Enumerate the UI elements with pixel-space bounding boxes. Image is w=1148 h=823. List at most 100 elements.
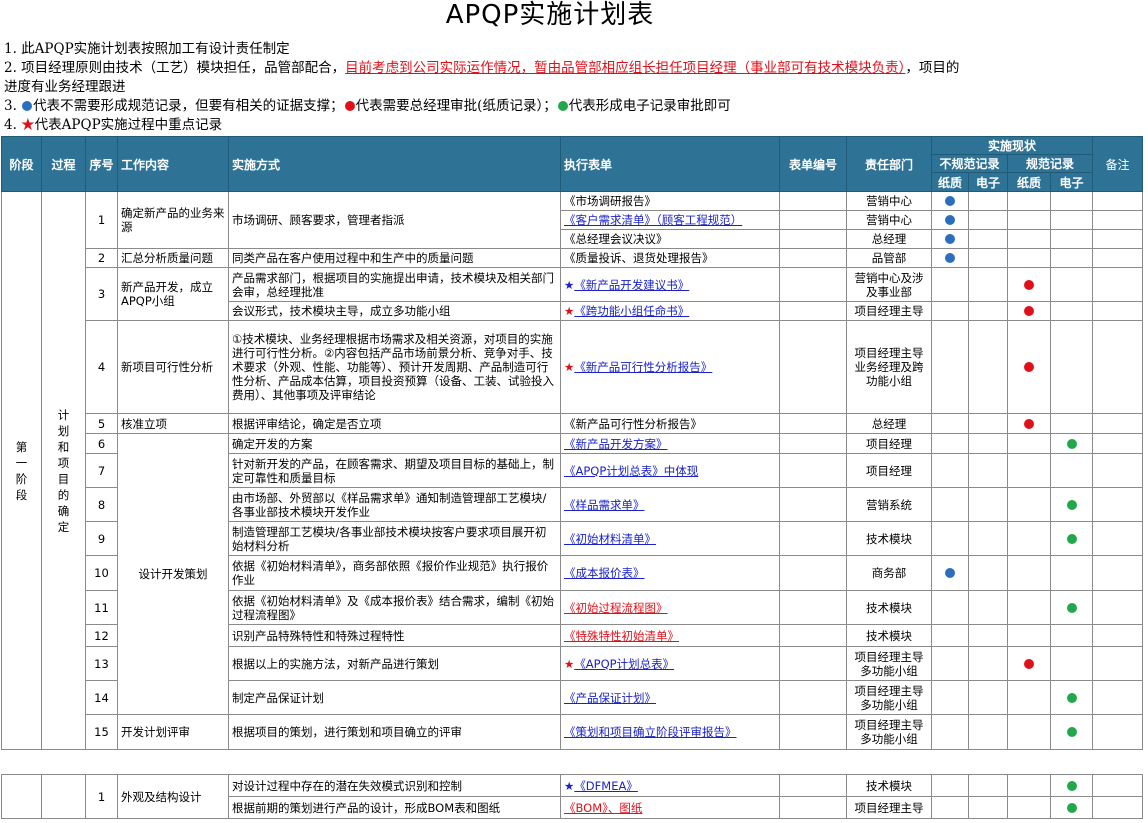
form-cell[interactable]: ★《DFMEA》 (560, 774, 780, 797)
form-link[interactable]: 《BOM》、图纸 (564, 801, 642, 815)
red-dot-icon (1024, 658, 1034, 669)
header-std: 规范记录 (1007, 154, 1093, 173)
note-line-4: 4. ★代表APQP实施过程中重点记录 (4, 117, 223, 133)
method-cell: 同类产品在客户使用过程中和生产中的质量问题 (228, 248, 561, 268)
red-dot-icon (1024, 306, 1034, 316)
dept-cell: 营销系统 (846, 487, 932, 522)
status-cell (1050, 646, 1093, 681)
status-cell (931, 555, 969, 591)
form-cell[interactable]: 《APQP计划总表》中体现 (560, 453, 780, 488)
header-paper-2: 纸质 (1007, 172, 1051, 192)
remark-cell (1092, 413, 1143, 434)
form-no-cell (779, 624, 847, 647)
green-dot-icon (1066, 727, 1077, 737)
form-cell[interactable]: 《成本报价表》 (560, 555, 780, 591)
status-cell (1007, 646, 1051, 681)
form-cell[interactable]: ★《新产品可行性分析报告》 (560, 320, 780, 414)
remark-cell (1092, 796, 1143, 819)
form-link[interactable]: 《新产品开发方案》 (564, 437, 668, 451)
form-no-cell (779, 301, 847, 321)
seq-cell: 14 (85, 680, 118, 715)
form-cell[interactable]: ★《APQP计划总表》 (560, 646, 780, 681)
form-link[interactable]: 《样品需求单》 (564, 498, 645, 512)
status-cell (1050, 248, 1093, 268)
green-dot-icon (1066, 533, 1077, 544)
seq-cell: 1 (85, 191, 118, 249)
note-line-3: 3. 代表不需要形成规范记录，但要有相关的证据支撑； 代表需要总经理审批(纸质记录… (4, 98, 731, 114)
dept-cell: 品管部 (846, 248, 932, 268)
blue-dot-icon (945, 568, 955, 578)
status-cell (1050, 714, 1093, 750)
form-cell[interactable]: 《新产品开发方案》 (560, 433, 780, 454)
status-cell (931, 248, 969, 268)
remark-cell (1092, 624, 1143, 647)
status-cell (968, 590, 1008, 625)
form-cell[interactable]: ★《跨功能小组任命书》 (560, 301, 780, 321)
work-cell: 新产品开发，成立APQP小组 (117, 267, 229, 321)
form-cell[interactable]: 《样品需求单》 (560, 487, 780, 522)
green-dot-icon (1066, 802, 1077, 813)
blue-dot-icon (22, 101, 33, 111)
form-link[interactable]: 《产品保证计划》 (564, 691, 656, 705)
method-cell: 根据项目的策划，进行策划和项目确立的评审 (228, 714, 561, 750)
remark-cell (1092, 320, 1143, 414)
dept-cell: 营销中心 (846, 191, 932, 211)
method-cell: 市场调研、顾客要求，管理者指派 (228, 191, 561, 249)
method-cell: 依据《初始材料清单》及《成本报价表》结合需求，编制《初始过程流程图》 (228, 590, 561, 625)
status-cell (968, 210, 1008, 230)
form-link[interactable]: 《新产品可行性分析报告》 (574, 360, 712, 374)
status-cell (968, 646, 1008, 681)
note-line-2: 2. 项目经理原则由技术（工艺）模块担任，品管部配合，目前考虑到公司实际运作情况… (4, 60, 960, 76)
form-link[interactable]: 《初始过程流程图》 (564, 601, 668, 615)
form-link[interactable]: 《新产品开发建议书》 (574, 278, 689, 292)
status-cell (1050, 624, 1093, 647)
red-dot-icon (1024, 418, 1034, 429)
status-cell (931, 301, 969, 321)
status-cell (968, 796, 1008, 819)
form-link[interactable]: 《跨功能小组任命书》 (574, 304, 689, 318)
form-cell: 《新产品可行性分析报告》 (560, 413, 780, 434)
apqp-table-continued: 1 外观及结构设计 对设计过程中存在的潜在失效模式识别和控制 ★《DFMEA》 … (1, 774, 1143, 819)
form-cell[interactable]: 《初始过程流程图》 (560, 590, 780, 625)
status-cell (931, 487, 969, 522)
form-cell[interactable]: 《产品保证计划》 (560, 680, 780, 715)
form-link[interactable]: 《策划和项目确立阶段评审报告》 (564, 725, 737, 739)
header-stage: 阶段 (1, 136, 42, 192)
form-link[interactable]: 《DFMEA》 (574, 779, 638, 793)
status-cell (968, 433, 1008, 454)
method-cell: 依据《初始材料清单》，商务部依照《报价作业规范》执行报价作业 (228, 555, 561, 591)
dept-cell: 项目经理主导多功能小组 (846, 646, 932, 681)
table-row: 5 核准立项 根据评审结论，确定是否立项 《新产品可行性分析报告》 总经理 (2, 413, 1143, 434)
method-cell: 根据前期的策划进行产品的设计，形成BOM表和图纸 (228, 796, 561, 819)
header-work: 工作内容 (117, 136, 229, 192)
seq-cell: 3 (85, 267, 118, 321)
form-cell[interactable]: 《特殊特性初始清单》 (560, 624, 780, 647)
form-cell[interactable]: 《客户需求清单》（顾客工程规范） (560, 210, 780, 230)
status-cell (931, 229, 969, 249)
form-link[interactable]: 《特殊特性初始清单》 (564, 629, 679, 643)
status-cell (1007, 774, 1051, 797)
form-link[interactable]: 《初始材料清单》 (564, 532, 656, 546)
status-cell (931, 624, 969, 647)
status-cell (968, 320, 1008, 414)
green-dot-icon (1066, 780, 1077, 791)
form-link[interactable]: 《APQP计划总表》 (574, 657, 674, 671)
status-cell (931, 521, 969, 556)
star-icon: ★ (564, 360, 575, 374)
form-cell[interactable]: 《初始材料清单》 (560, 521, 780, 556)
remark-cell (1092, 210, 1143, 230)
table-row: 4 新项目可行性分析 ①技术模块、业务经理根据市场需求及相关资源，对项目的实施进… (2, 320, 1143, 414)
star-icon: ★ (564, 277, 575, 292)
status-cell (1007, 320, 1051, 414)
form-link[interactable]: 《APQP计划总表》中体现 (564, 464, 698, 478)
status-cell (968, 774, 1008, 797)
status-cell (1050, 453, 1093, 488)
status-cell (1050, 413, 1093, 434)
form-link[interactable]: 《成本报价表》 (564, 566, 645, 580)
form-cell[interactable]: 《BOM》、图纸 (560, 796, 780, 819)
status-cell (1050, 210, 1093, 230)
form-cell[interactable]: 《策划和项目确立阶段评审报告》 (560, 714, 780, 750)
form-cell[interactable]: ★《新产品开发建议书》 (560, 267, 780, 302)
star-icon: ★ (564, 778, 575, 793)
form-link[interactable]: 《客户需求清单》（顾客工程规范） (564, 213, 742, 227)
